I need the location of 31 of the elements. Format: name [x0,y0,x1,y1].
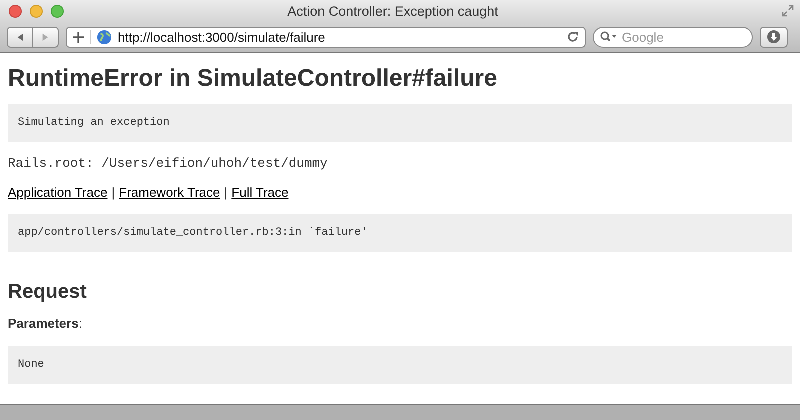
trace-link[interactable]: Full Trace [232,185,289,200]
add-bookmark-icon[interactable] [73,32,84,42]
reload-icon[interactable] [567,31,579,43]
search-placeholder: Google [622,30,664,44]
separator-text: | [224,185,228,200]
colon-text: : [78,316,82,331]
downloads-button[interactable] [760,26,788,48]
rails-root-text: Rails.root: /Users/eifion/uhoh/test/dummy [8,156,329,172]
back-button[interactable] [7,26,33,48]
error-message: Simulating an exception [8,104,792,142]
separator-text: | [112,185,116,200]
back-arrow-icon [16,32,24,42]
minimize-button[interactable] [30,4,43,18]
search-icon [600,31,618,43]
address-field[interactable]: http://localhost:3000/simulate/failure [66,26,586,48]
download-icon [767,30,781,44]
trace-link[interactable]: Framework Trace [119,185,220,200]
section-heading: Request [8,280,88,304]
globe-icon [97,30,112,44]
trace-text: app/controllers/simulate_controller.rb:3:in `failure' [8,214,792,252]
window-title: Action Controller: Exception caught [286,4,500,18]
fullscreen-icon[interactable] [782,5,794,17]
parameters-value: None [8,346,792,384]
error-heading: RuntimeError in SimulateController#failure [8,64,498,94]
forward-arrow-icon [41,32,50,42]
close-button[interactable] [9,4,22,18]
url-text: http://localhost:3000/simulate/failure [118,30,326,44]
zoom-button[interactable] [51,4,64,18]
forward-button[interactable] [33,26,59,48]
parameters-label: Parameters [8,316,79,331]
trace-link[interactable]: Application Trace [8,185,108,200]
